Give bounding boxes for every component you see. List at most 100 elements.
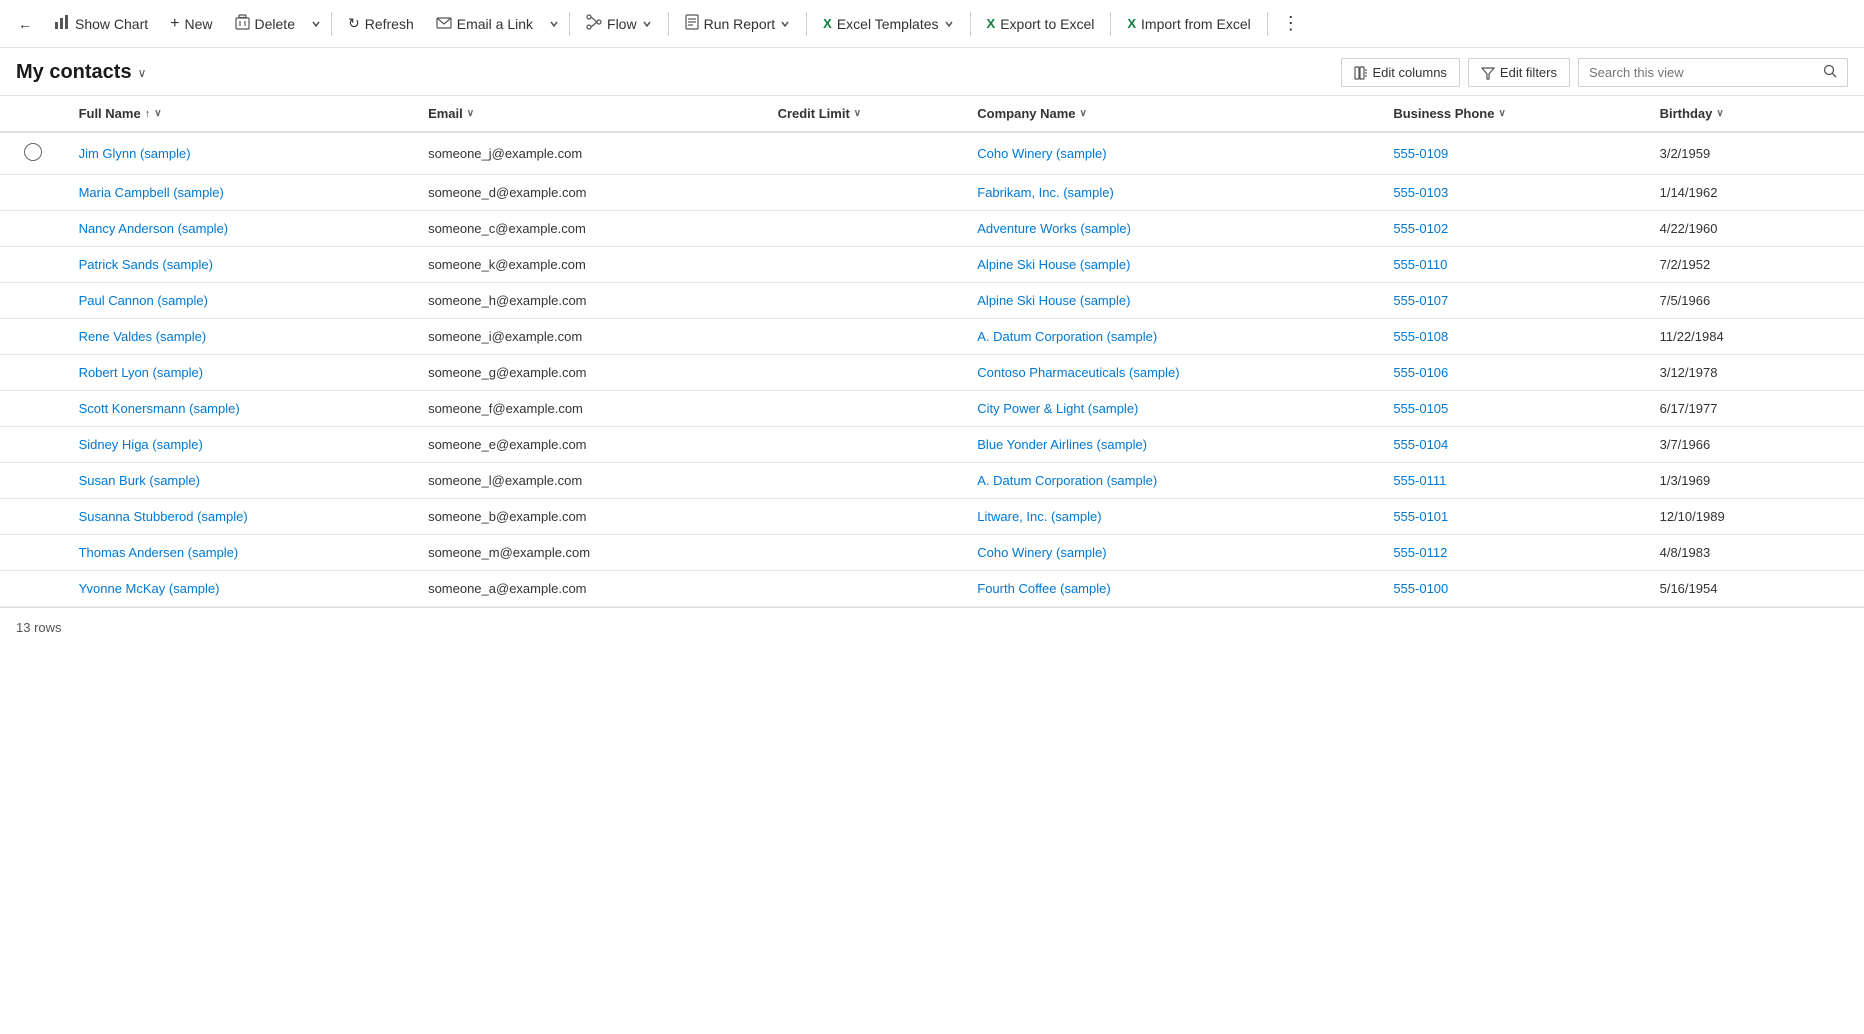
companyname-link[interactable]: Litware, Inc. (sample) bbox=[977, 509, 1101, 524]
row-checkbox[interactable] bbox=[0, 132, 67, 175]
refresh-button[interactable]: ↻ Refresh bbox=[338, 9, 424, 38]
fullname-link[interactable]: Scott Konersmann (sample) bbox=[79, 401, 240, 416]
fullname-link[interactable]: Sidney Higa (sample) bbox=[79, 437, 203, 452]
companyname-link[interactable]: City Power & Light (sample) bbox=[977, 401, 1138, 416]
page-title-chevron[interactable]: ∨ bbox=[138, 66, 147, 80]
table-row[interactable]: Susan Burk (sample)someone_l@example.com… bbox=[0, 463, 1864, 499]
table-row[interactable]: Nancy Anderson (sample)someone_c@example… bbox=[0, 211, 1864, 247]
companyname-link[interactable]: Coho Winery (sample) bbox=[977, 146, 1106, 161]
table-row[interactable]: Thomas Andersen (sample) someone_m@exampl… bbox=[0, 535, 1864, 571]
companyname-link[interactable]: Fabrikam, Inc. (sample) bbox=[977, 185, 1114, 200]
row-checkbox[interactable] bbox=[0, 283, 67, 319]
excel-templates-button[interactable]: X Excel Templates bbox=[813, 10, 963, 38]
row-checkbox[interactable] bbox=[0, 355, 67, 391]
companyname-link[interactable]: Coho Winery (sample) bbox=[977, 545, 1106, 560]
fullname-link[interactable]: Yvonne McKay (sample) bbox=[79, 581, 220, 596]
row-checkbox[interactable] bbox=[0, 247, 67, 283]
fullname-link[interactable]: Rene Valdes (sample) bbox=[79, 329, 207, 344]
cell-fullname: Sidney Higa (sample) bbox=[67, 427, 417, 463]
companyname-link[interactable]: A. Datum Corporation (sample) bbox=[977, 329, 1157, 344]
row-checkbox[interactable] bbox=[0, 319, 67, 355]
businessphone-link[interactable]: 555-0104 bbox=[1393, 437, 1448, 452]
th-birthday[interactable]: Birthday ∨ bbox=[1648, 96, 1864, 132]
companyname-link[interactable]: Fourth Coffee (sample) bbox=[977, 581, 1110, 596]
show-chart-button[interactable]: Show Chart bbox=[44, 8, 158, 39]
cell-email: someone_m@example.com bbox=[416, 535, 766, 571]
th-email[interactable]: Email ∨ bbox=[416, 96, 766, 132]
credit-filter-icon[interactable]: ∨ bbox=[854, 108, 861, 119]
delete-button[interactable]: Delete bbox=[225, 8, 305, 39]
table-row[interactable]: Yvonne McKay (sample)someone_a@example.c… bbox=[0, 571, 1864, 607]
fullname-link[interactable]: Jim Glynn (sample) bbox=[79, 146, 191, 161]
th-businessphone[interactable]: Business Phone ∨ bbox=[1381, 96, 1647, 132]
table-row[interactable]: Patrick Sands (sample)someone_k@example.… bbox=[0, 247, 1864, 283]
footer: 13 rows bbox=[0, 607, 1864, 647]
row-checkbox[interactable] bbox=[0, 175, 67, 211]
table-row[interactable]: Scott Konersmann (sample)someone_f@examp… bbox=[0, 391, 1864, 427]
businessphone-link[interactable]: 555-0107 bbox=[1393, 293, 1448, 308]
businessphone-link[interactable]: 555-0112 bbox=[1393, 545, 1447, 560]
search-input[interactable] bbox=[1589, 65, 1823, 80]
row-checkbox[interactable] bbox=[0, 211, 67, 247]
businessphone-link[interactable]: 555-0108 bbox=[1393, 329, 1448, 344]
email-filter-icon[interactable]: ∨ bbox=[467, 108, 474, 119]
row-checkbox[interactable] bbox=[0, 499, 67, 535]
businessphone-link[interactable]: 555-0105 bbox=[1393, 401, 1448, 416]
businessphone-link[interactable]: 555-0106 bbox=[1393, 365, 1448, 380]
th-creditlimit[interactable]: Credit Limit ∨ bbox=[766, 96, 966, 132]
fullname-link[interactable]: Nancy Anderson (sample) bbox=[79, 221, 229, 236]
table-row[interactable]: Susanna Stubberod (sample)someone_b@exam… bbox=[0, 499, 1864, 535]
table-row[interactable]: Jim Glynn (sample)someone_j@example.comC… bbox=[0, 132, 1864, 175]
row-checkbox[interactable] bbox=[0, 463, 67, 499]
companyname-link[interactable]: Alpine Ski House (sample) bbox=[977, 293, 1130, 308]
companyname-link[interactable]: Blue Yonder Airlines (sample) bbox=[977, 437, 1147, 452]
row-checkbox[interactable] bbox=[0, 427, 67, 463]
fullname-link[interactable]: Thomas Andersen (sample) bbox=[79, 545, 239, 560]
row-checkbox[interactable] bbox=[0, 535, 67, 571]
row-checkbox[interactable] bbox=[0, 391, 67, 427]
companyname-link[interactable]: Contoso Pharmaceuticals (sample) bbox=[977, 365, 1179, 380]
businessphone-link[interactable]: 555-0100 bbox=[1393, 581, 1448, 596]
fullname-filter-icon[interactable]: ∨ bbox=[154, 108, 161, 119]
more-button[interactable]: ⋮ bbox=[1274, 7, 1310, 40]
businessphone-link[interactable]: 555-0111 bbox=[1393, 473, 1446, 488]
back-button[interactable]: ← bbox=[8, 10, 42, 38]
fullname-link[interactable]: Susan Burk (sample) bbox=[79, 473, 200, 488]
edit-filters-button[interactable]: Edit filters bbox=[1468, 58, 1570, 87]
companyname-link[interactable]: Alpine Ski House (sample) bbox=[977, 257, 1130, 272]
fullname-link[interactable]: Robert Lyon (sample) bbox=[79, 365, 204, 380]
cell-companyname: A. Datum Corporation (sample) bbox=[965, 463, 1381, 499]
birthday-filter-icon[interactable]: ∨ bbox=[1716, 108, 1723, 119]
businessphone-link[interactable]: 555-0103 bbox=[1393, 185, 1448, 200]
table-row[interactable]: Sidney Higa (sample)someone_e@example.co… bbox=[0, 427, 1864, 463]
th-companyname[interactable]: Company Name ∨ bbox=[965, 96, 1381, 132]
businessphone-link[interactable]: 555-0110 bbox=[1393, 257, 1447, 272]
dropdown-chevron-1[interactable] bbox=[307, 13, 325, 35]
row-checkbox[interactable] bbox=[0, 571, 67, 607]
flow-button[interactable]: Flow bbox=[576, 8, 662, 39]
dropdown-chevron-2[interactable] bbox=[545, 13, 563, 35]
table-row[interactable]: Robert Lyon (sample)someone_g@example.co… bbox=[0, 355, 1864, 391]
export-to-excel-button[interactable]: X Export to Excel bbox=[977, 10, 1105, 38]
fullname-link[interactable]: Patrick Sands (sample) bbox=[79, 257, 213, 272]
companyname-link[interactable]: A. Datum Corporation (sample) bbox=[977, 473, 1157, 488]
run-report-button[interactable]: Run Report bbox=[675, 8, 801, 39]
fullname-link[interactable]: Maria Campbell (sample) bbox=[79, 185, 224, 200]
fullname-link[interactable]: Paul Cannon (sample) bbox=[79, 293, 208, 308]
businessphone-link[interactable]: 555-0101 bbox=[1393, 509, 1448, 524]
phone-filter-icon[interactable]: ∨ bbox=[1498, 108, 1505, 119]
table-row[interactable]: Paul Cannon (sample)someone_h@example.co… bbox=[0, 283, 1864, 319]
th-fullname[interactable]: Full Name ↑ ∨ bbox=[67, 96, 417, 132]
fullname-link[interactable]: Susanna Stubberod (sample) bbox=[79, 509, 248, 524]
edit-columns-button[interactable]: Edit columns bbox=[1341, 58, 1460, 87]
checkbox-circle[interactable] bbox=[24, 143, 42, 161]
businessphone-link[interactable]: 555-0109 bbox=[1393, 146, 1448, 161]
businessphone-link[interactable]: 555-0102 bbox=[1393, 221, 1448, 236]
table-row[interactable]: Maria Campbell (sample)someone_d@example… bbox=[0, 175, 1864, 211]
import-from-excel-button[interactable]: X Import from Excel bbox=[1117, 10, 1260, 38]
new-button[interactable]: + New bbox=[160, 9, 222, 39]
table-row[interactable]: Rene Valdes (sample)someone_i@example.co… bbox=[0, 319, 1864, 355]
companyname-link[interactable]: Adventure Works (sample) bbox=[977, 221, 1131, 236]
email-link-button[interactable]: Email a Link bbox=[426, 10, 543, 38]
company-filter-icon[interactable]: ∨ bbox=[1080, 108, 1087, 119]
